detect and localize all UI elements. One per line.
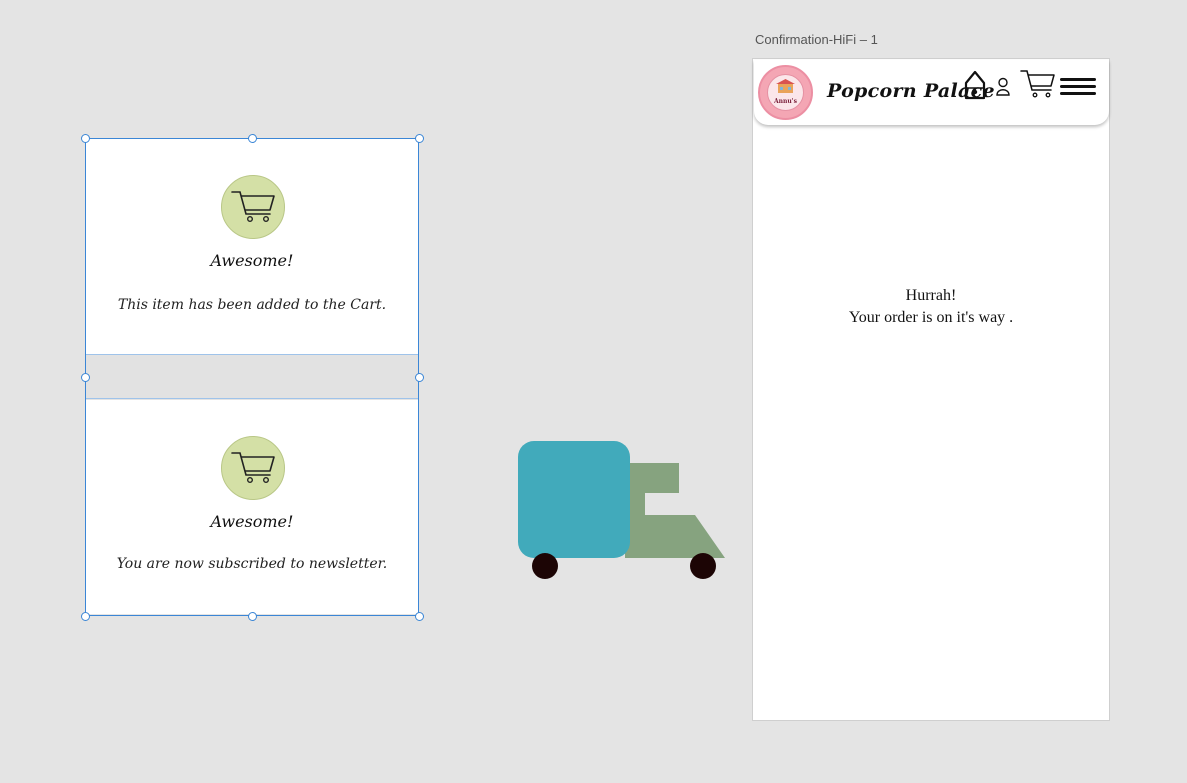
logo-emblem (767, 74, 804, 111)
shopping-cart-icon[interactable] (1020, 68, 1056, 100)
resize-handle-bottom[interactable] (248, 612, 257, 621)
shopping-cart-icon (231, 191, 275, 223)
truck-rear-wheel (532, 553, 558, 579)
order-confirmation-message: Hurrah! Your order is on it's way . (753, 285, 1109, 329)
resize-handle-top-right[interactable] (415, 134, 424, 143)
brand-logo[interactable]: Annu's (758, 65, 813, 120)
artboard-title[interactable]: Confirmation-HiFi – 1 (755, 32, 878, 47)
confirmation-heading: Hurrah! (905, 287, 957, 304)
card-title: Awesome! (210, 512, 294, 531)
cart-icon-circle (221, 436, 285, 500)
hamburger-menu-icon[interactable] (1059, 76, 1097, 98)
user-icon[interactable] (995, 77, 1011, 97)
resize-handle-right[interactable] (415, 373, 424, 382)
card-message: You are now subscribed to newsletter. (116, 556, 388, 572)
truck-body-shape (625, 463, 725, 558)
added-to-cart-card[interactable]: Awesome! This item has been added to the… (86, 139, 418, 354)
resize-handle-bottom-right[interactable] (415, 612, 424, 621)
confirmation-detail: Your order is on it's way . (848, 309, 1014, 326)
truck-front-wheel (690, 553, 716, 579)
selected-card-group[interactable]: Awesome! This item has been added to the… (81, 134, 424, 621)
resize-handle-bottom-left[interactable] (81, 612, 90, 621)
logo-text: Annu's (774, 98, 797, 105)
shopping-cart-icon (231, 452, 275, 484)
home-icon[interactable] (962, 69, 988, 101)
newsletter-card[interactable]: Awesome! You are now subscribed to newsl… (86, 400, 418, 614)
app-header: Annu's Popcorn Palace (754, 60, 1109, 125)
resize-handle-top-left[interactable] (81, 134, 90, 143)
cart-icon-circle (221, 175, 285, 239)
truck-cab-shape (518, 441, 630, 558)
card-title: Awesome! (210, 251, 294, 270)
group-spacer (86, 354, 418, 399)
confirmation-artboard[interactable]: Annu's Popcorn Palace Hurrah! Your order… (752, 58, 1110, 721)
card-message: This item has been added to the Cart. (117, 297, 387, 313)
resize-handle-top[interactable] (248, 134, 257, 143)
resize-handle-left[interactable] (81, 373, 90, 382)
delivery-truck-illustration[interactable] (515, 438, 730, 583)
